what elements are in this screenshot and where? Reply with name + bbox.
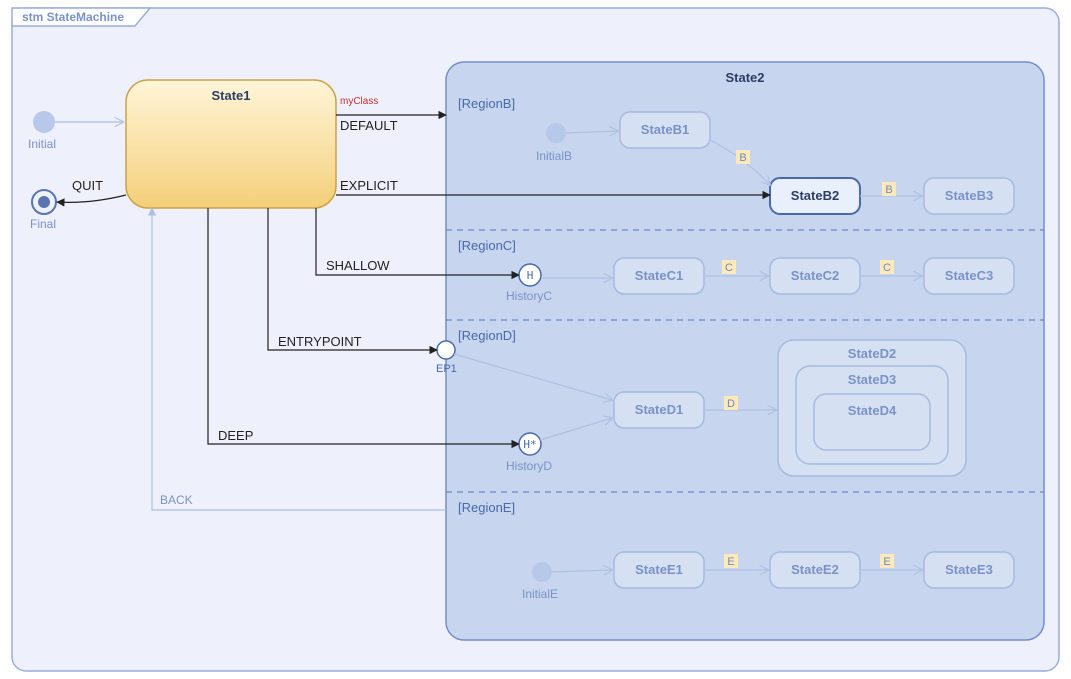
- guardB2-txt: B: [885, 184, 892, 196]
- regionB-label: [RegionB]: [458, 96, 515, 111]
- final-label: Final: [30, 217, 56, 231]
- stateE3-label: StateE3: [945, 562, 993, 577]
- initialE[interactable]: [532, 562, 552, 582]
- initial-label: Initial: [28, 137, 56, 151]
- entrypoint-label: ENTRYPOINT: [278, 334, 362, 349]
- stateC3-label: StateC3: [945, 268, 993, 283]
- back-label: BACK: [160, 493, 193, 507]
- stateB3-label: StateB3: [945, 188, 993, 203]
- shallow-label: SHALLOW: [326, 258, 390, 273]
- ep1[interactable]: [437, 341, 455, 359]
- final-state-dot: [38, 196, 50, 208]
- state2-title: State2: [725, 70, 764, 85]
- stateC1-label: StateC1: [635, 268, 683, 283]
- historyD-h: H*: [523, 438, 536, 451]
- frame-title: stm StateMachine: [22, 10, 124, 24]
- initialB[interactable]: [546, 123, 566, 143]
- guardE1-txt: E: [727, 556, 734, 568]
- stateE2-label: StateE2: [791, 562, 839, 577]
- historyD-label: HistoryD: [506, 459, 552, 473]
- ep1-label: EP1: [436, 363, 457, 375]
- initialB-label: InitialB: [536, 149, 572, 163]
- stateD3-label: StateD3: [848, 372, 896, 387]
- initialE-label: InitialE: [522, 587, 558, 601]
- default-label: DEFAULT: [340, 118, 398, 133]
- stateD1-label: StateD1: [635, 402, 683, 417]
- stateE1-label: StateE1: [635, 562, 683, 577]
- regionC-label: [RegionC]: [458, 238, 516, 253]
- guardD-txt: D: [727, 398, 735, 410]
- guardC1-txt: C: [725, 262, 733, 274]
- guardC2-txt: C: [883, 262, 891, 274]
- regionD-label: [RegionD]: [458, 328, 516, 343]
- quit-label: QUIT: [72, 178, 103, 193]
- stateD2-label: StateD2: [848, 346, 896, 361]
- stateD4-label: StateD4: [848, 403, 897, 418]
- initial-pseudostate[interactable]: [33, 111, 55, 133]
- historyC-h: H: [527, 269, 534, 282]
- stateC2-label: StateC2: [791, 268, 839, 283]
- explicit-label: EXPLICIT: [340, 178, 398, 193]
- state-machine-diagram: stm StateMachine Initial Final State1 QU…: [0, 0, 1071, 679]
- stateB2-label: StateB2: [791, 188, 839, 203]
- deep-label: DEEP: [218, 428, 253, 443]
- guardB1-txt: B: [739, 152, 746, 164]
- state1-title: State1: [211, 88, 250, 103]
- regionE-label: [RegionE]: [458, 500, 515, 515]
- myClass-label: myClass: [340, 96, 378, 107]
- stateB1-label: StateB1: [641, 122, 689, 137]
- guardE2-txt: E: [883, 556, 890, 568]
- historyC-label: HistoryC: [506, 289, 552, 303]
